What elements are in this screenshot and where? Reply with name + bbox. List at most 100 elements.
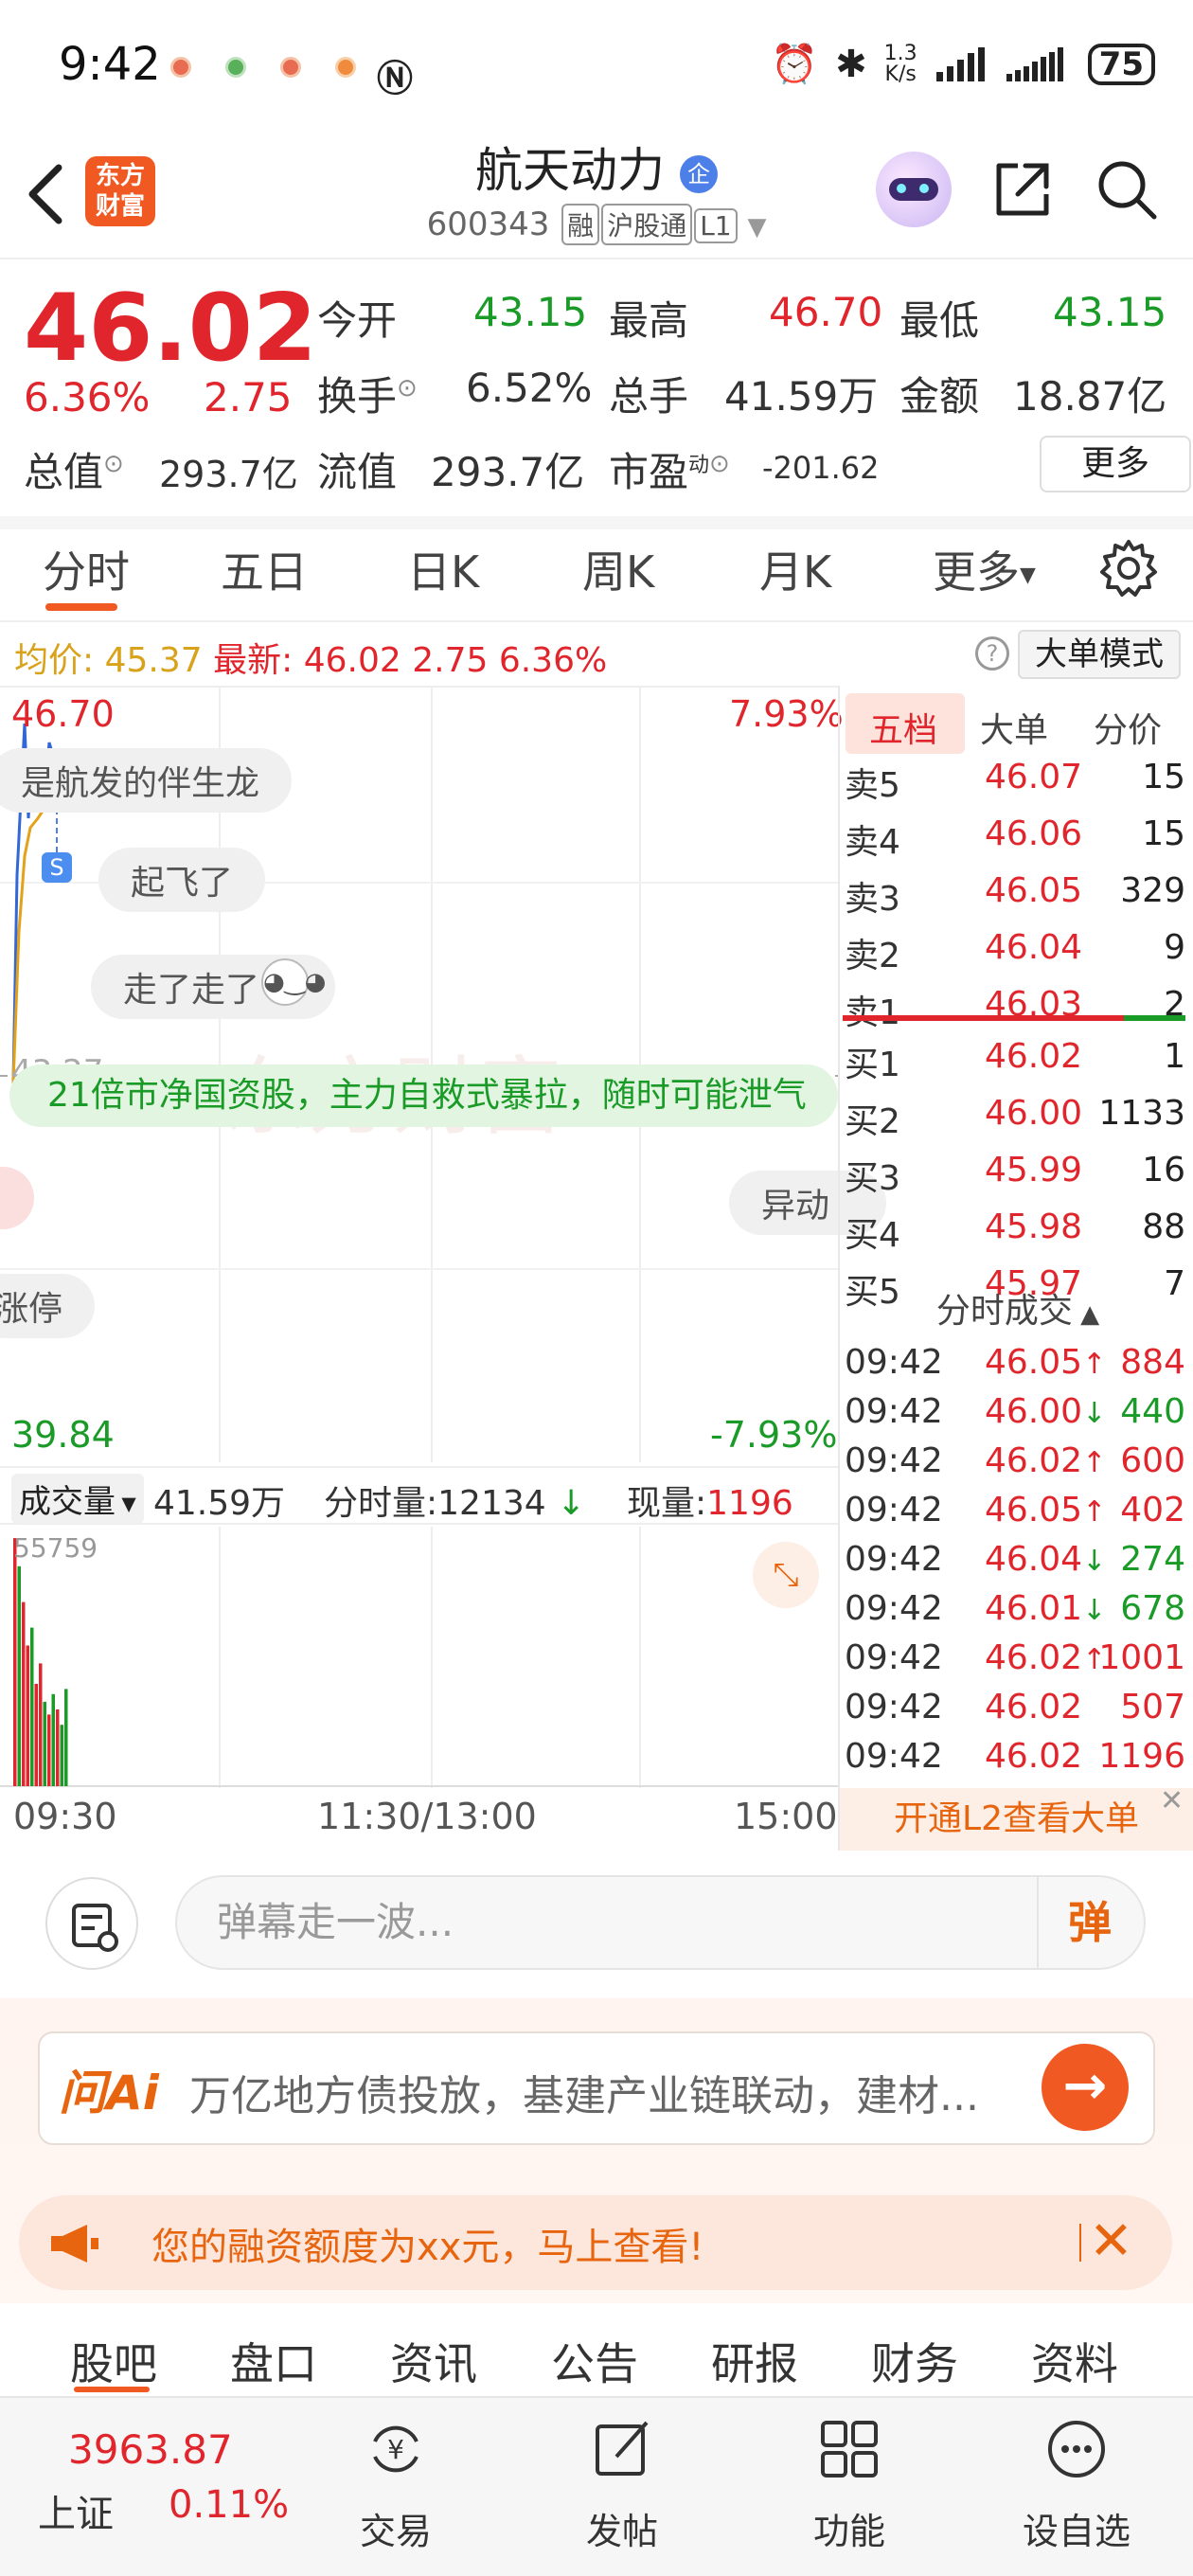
trade-row: 09:42 46.05↑ 402 — [845, 1491, 1185, 1540]
chevron-down-icon[interactable]: ▼ — [747, 213, 766, 242]
float-cap-value: 293.7亿 — [431, 449, 585, 495]
trade-time: 09:42 — [845, 1540, 943, 1579]
tab-five-levels[interactable]: 五档 — [869, 703, 937, 752]
trade-row: 09:42 46.02↑ 1001 — [845, 1638, 1185, 1688]
info-icon[interactable]: ⊙ — [709, 450, 730, 478]
close-icon[interactable]: ✕ — [1089, 2210, 1133, 2272]
level-label: 卖2 — [845, 937, 900, 975]
ask-level-row[interactable]: 卖3 46.05 329 — [845, 871, 1185, 921]
nav-watchlist[interactable]: 设自选 — [1006, 2415, 1148, 2554]
tab-announcements[interactable]: 公告 — [551, 2330, 638, 2392]
bid-level-row[interactable]: 买2 46.00 1133 — [845, 1094, 1185, 1143]
nav-trade[interactable]: ¥ 交易 — [325, 2415, 467, 2554]
help-icon[interactable]: ? — [975, 636, 1009, 671]
ask-level-row[interactable]: 卖1 46.03 2 — [845, 985, 1185, 1034]
tab-big-orders[interactable]: 大单 — [980, 703, 1048, 752]
nav-functions[interactable]: 功能 — [778, 2415, 920, 2554]
tab-price-levels[interactable]: 分价 — [1094, 703, 1162, 752]
share-icon[interactable] — [989, 156, 1056, 223]
info-icon[interactable]: ⊙ — [397, 374, 418, 402]
trade-volume: 678 — [1120, 1589, 1185, 1628]
ask-level-row[interactable]: 卖2 46.04 9 — [845, 928, 1185, 977]
ai-prompt-text[interactable]: 万亿地方债投放，基建产业链联动，建材... — [189, 2062, 979, 2122]
gear-icon[interactable] — [1098, 538, 1159, 599]
index-name[interactable]: 上证 — [38, 2483, 114, 2538]
danmaku-bubble[interactable]: 涨停 — [0, 1274, 96, 1338]
tab-forum[interactable]: 股吧 — [70, 2330, 157, 2392]
bluetooth-icon: ✱ — [835, 42, 867, 86]
danmaku-bubble[interactable]: 是航发的伴生龙 — [0, 748, 293, 813]
nav-post[interactable]: 发帖 — [551, 2415, 693, 2554]
level-price: 46.00 — [985, 1094, 1083, 1133]
trade-time: 09:42 — [845, 1737, 943, 1776]
trade-price: 46.02 — [985, 1688, 1083, 1726]
volume-label: 总手 — [609, 373, 689, 420]
trade-volume: 507 — [1120, 1688, 1185, 1726]
danmaku-bubble[interactable]: 走了走了 ◕‿◕ — [91, 955, 336, 1019]
tab-orderbook[interactable]: 盘口 — [230, 2330, 317, 2392]
tab-news[interactable]: 资讯 — [390, 2330, 477, 2392]
status-bar: 9:42 Ⓝ ⏰ ✱ 1.3 K/s 75 — [0, 0, 1193, 133]
tab-weekly-k[interactable]: 周K — [582, 538, 654, 600]
ask-level-row[interactable]: 卖4 46.06 15 — [845, 814, 1185, 864]
trade-row: 09:42 46.05↑ 884 — [845, 1343, 1185, 1392]
volume-total: 41.59万 — [153, 1484, 286, 1523]
ask-level-row[interactable]: 卖5 46.07 15 — [845, 758, 1185, 807]
tab-intraday[interactable]: 分时 — [43, 538, 130, 600]
battery-icon: 75 — [1087, 43, 1155, 85]
l2-upgrade-banner[interactable]: 开通L2查看大单 — [840, 1788, 1193, 1851]
high-value: 46.70 — [769, 289, 883, 335]
avg-price-row: 均价: 45.37 最新: 46.02 2.75 6.36% — [14, 641, 608, 680]
assistant-robot-icon[interactable] — [876, 152, 952, 227]
level-price: 46.02 — [985, 1037, 1083, 1076]
tab-research[interactable]: 研报 — [711, 2330, 798, 2392]
trade-row: 09:42 46.00↓ 440 — [845, 1392, 1185, 1441]
info-icon[interactable]: ⊙ — [103, 450, 124, 478]
divider — [0, 258, 1193, 259]
trade-volume: 1001 — [1098, 1638, 1185, 1677]
more-quote-button[interactable]: 更多 — [1040, 436, 1191, 492]
open-label: 今开 — [317, 297, 398, 344]
trade-time: 09:42 — [845, 1441, 943, 1480]
index-value[interactable]: 3963.87 — [68, 2426, 233, 2473]
chevron-down-icon: ▼ — [116, 1492, 136, 1515]
bid-level-row[interactable]: 买1 46.02 1 — [845, 1037, 1185, 1086]
index-percent[interactable]: 0.11% — [169, 2483, 289, 2527]
time-axis: 09:30 11:30/13:00 15:00 — [0, 1790, 838, 1847]
volume-bar — [13, 1538, 17, 1786]
notice-text[interactable]: 您的融资额度为xx元，马上查看! — [151, 2216, 703, 2271]
search-icon[interactable] — [1094, 156, 1160, 223]
danmaku-input[interactable]: 弹幕走一波... — [175, 1875, 1146, 1970]
expand-icon[interactable]: ⤡ — [753, 1542, 819, 1608]
level-volume: 1 — [1164, 1037, 1185, 1076]
tab-daily-k[interactable]: 日K — [407, 538, 479, 600]
pe-value: -201.62 — [762, 450, 880, 486]
volume-chart[interactable] — [0, 1527, 838, 1788]
notification-icon — [170, 57, 191, 78]
tab-profile[interactable]: 资料 — [1031, 2330, 1118, 2392]
grid-icon — [821, 2421, 878, 2478]
trade-volume: 440 — [1120, 1392, 1185, 1431]
danmaku-send-button[interactable]: 弹 — [1037, 1877, 1141, 1968]
note-settings-icon[interactable] — [45, 1877, 138, 1970]
bid-level-row[interactable]: 买4 45.98 88 — [845, 1208, 1185, 1257]
danmaku-bubble[interactable]: 起飞了 — [98, 848, 266, 912]
bid-level-row[interactable]: 买3 45.99 16 — [845, 1151, 1185, 1200]
time-start: 09:30 — [13, 1796, 117, 1837]
big-order-mode-button[interactable]: 大单模式 — [1018, 630, 1181, 679]
volume-bar — [39, 1663, 43, 1786]
danmaku-highlight[interactable]: 21倍市净国资股，主力自救式暴拉，随时可能泄气 — [9, 1064, 838, 1127]
trade-volume: 600 — [1120, 1441, 1185, 1480]
trades-title[interactable]: 分时成交 ▲ — [843, 1283, 1193, 1333]
signal-icon — [1006, 46, 1063, 81]
trade-volume: 884 — [1120, 1343, 1185, 1382]
arrow-right-icon[interactable]: → — [1042, 2044, 1129, 2131]
volume-indicator-select[interactable]: 成交量 ▼ — [11, 1474, 144, 1524]
close-icon[interactable]: ✕ — [1160, 1784, 1184, 1817]
tab-more[interactable]: 更多▼ — [933, 538, 1036, 600]
tab-five-day[interactable]: 五日 — [221, 538, 308, 600]
tab-financials[interactable]: 财务 — [871, 2330, 958, 2392]
tab-monthly-k[interactable]: 月K — [759, 538, 831, 600]
change-percent: 6.36% — [24, 374, 151, 420]
status-time: 9:42 — [59, 38, 161, 91]
